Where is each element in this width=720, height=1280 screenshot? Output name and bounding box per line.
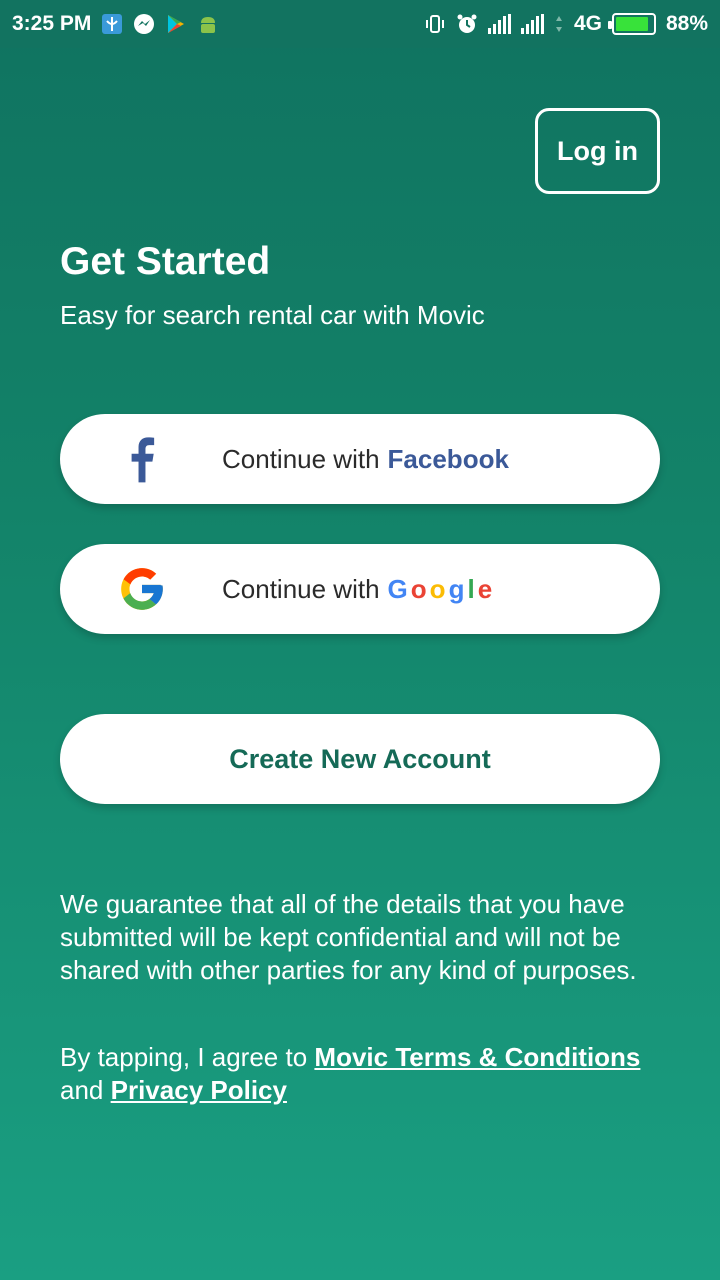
battery-percent: 88% xyxy=(665,12,708,35)
page-subtitle: Easy for search rental car with Movic xyxy=(60,300,485,330)
facebook-icon xyxy=(115,432,169,486)
google-letter: g xyxy=(448,573,468,604)
privacy-policy-link[interactable]: Privacy Policy xyxy=(111,1075,287,1105)
status-left: 3:25 PM xyxy=(12,12,219,36)
google-letter: l xyxy=(467,573,478,604)
signal-icon xyxy=(487,14,511,34)
google-button-text: Continue with Google xyxy=(222,544,495,634)
privacy-disclaimer: We guarantee that all of the details tha… xyxy=(60,889,637,985)
google-letter: e xyxy=(477,573,496,604)
android-icon xyxy=(197,13,219,35)
status-right: 4G 88% xyxy=(424,12,708,36)
google-icon xyxy=(115,562,169,616)
play-store-icon xyxy=(165,13,187,35)
google-letter: G xyxy=(387,573,411,604)
vpn-icon xyxy=(101,13,123,35)
messenger-icon xyxy=(133,13,155,35)
battery-icon xyxy=(607,13,656,35)
login-button[interactable]: Log in xyxy=(535,108,660,194)
alarm-icon xyxy=(456,13,478,35)
create-account-button[interactable]: Create New Account xyxy=(60,714,660,804)
terms-statement: By tapping, I agree to Movic Terms & Con… xyxy=(60,1041,680,1107)
google-prefix: Continue with xyxy=(222,573,380,604)
facebook-button-text: Continue with Facebook xyxy=(222,414,509,504)
terms-prefix: By tapping, I agree to xyxy=(60,1042,308,1072)
page-title: Get Started xyxy=(60,240,271,283)
signal-icon xyxy=(520,14,544,34)
google-brand: Google xyxy=(388,574,496,605)
google-letter: o xyxy=(429,573,449,604)
battery-fill xyxy=(615,17,648,31)
vibrate-icon xyxy=(424,13,446,35)
facebook-brand: Facebook xyxy=(387,443,509,474)
facebook-prefix: Continue with xyxy=(222,443,380,474)
google-letter: o xyxy=(410,573,430,604)
network-type: 4G xyxy=(573,12,602,35)
data-arrows-icon xyxy=(554,13,564,35)
status-bar: 3:25 PM 4G 88% xyxy=(0,0,720,48)
continue-google-button[interactable]: Continue with Google xyxy=(60,544,660,634)
terms-and: and xyxy=(60,1075,104,1105)
status-time: 3:25 PM xyxy=(12,12,92,35)
terms-link[interactable]: Movic Terms & Conditions xyxy=(314,1042,640,1072)
continue-facebook-button[interactable]: Continue with Facebook xyxy=(60,414,660,504)
